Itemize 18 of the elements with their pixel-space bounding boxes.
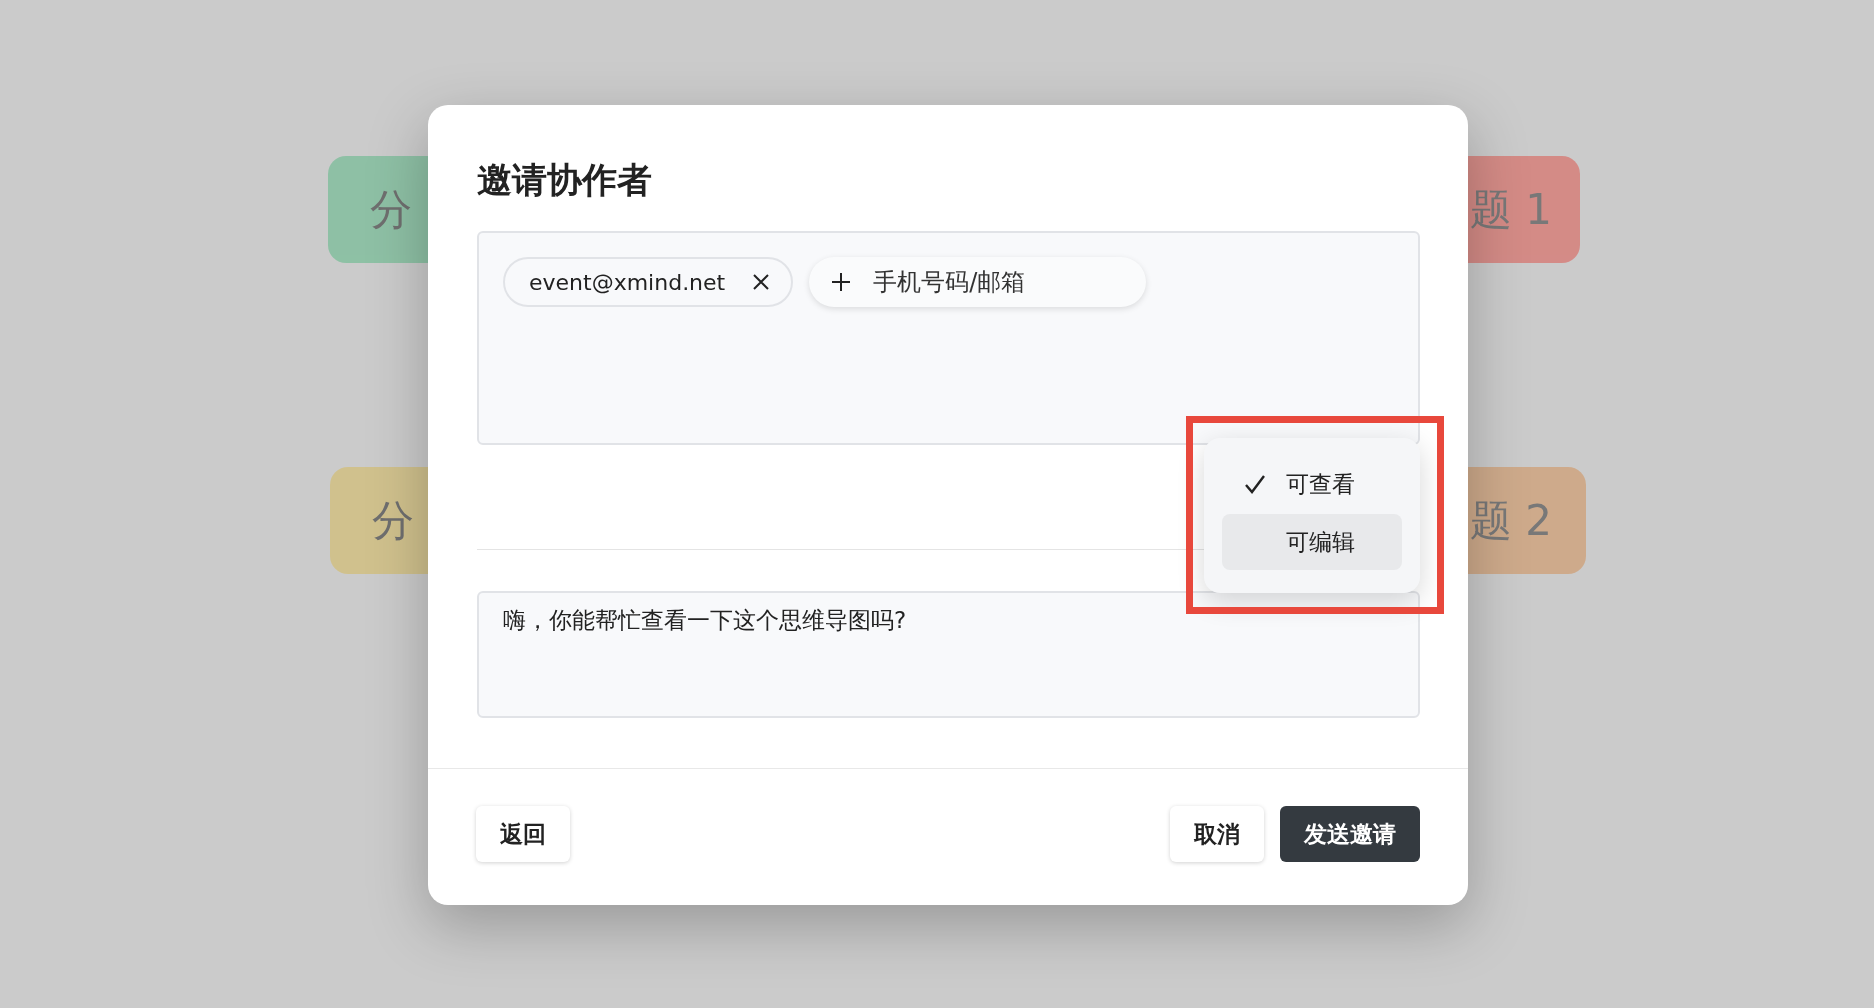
topic-node: 分 <box>328 156 428 263</box>
remove-icon[interactable] <box>751 272 772 292</box>
permission-option[interactable]: 可查看 <box>1222 456 1402 512</box>
dialog-title: 邀请协作者 <box>477 159 653 202</box>
check-icon <box>1244 473 1266 495</box>
permission-option[interactable]: 可编辑 <box>1222 514 1402 570</box>
add-recipient-field[interactable]: 手机号码/邮箱 <box>809 257 1147 307</box>
topic-node: 题 1 <box>1468 156 1580 263</box>
recipient-email: event@xmind.net <box>529 269 726 295</box>
add-placeholder: 手机号码/邮箱 <box>873 267 1026 298</box>
topic-node: 分 <box>330 467 428 574</box>
send-invite-button[interactable]: 发送邀请 <box>1280 806 1420 862</box>
plus-icon <box>831 272 852 292</box>
cancel-button[interactable]: 取消 <box>1170 806 1264 862</box>
topic-node: 题 2 <box>1468 467 1586 574</box>
recipients-field[interactable]: event@xmind.net 手机号码/邮箱 <box>477 231 1420 445</box>
back-button[interactable]: 返回 <box>476 806 570 862</box>
message-field[interactable]: 嗨，你能帮忙查看一下这个思维导图吗? <box>477 591 1420 718</box>
